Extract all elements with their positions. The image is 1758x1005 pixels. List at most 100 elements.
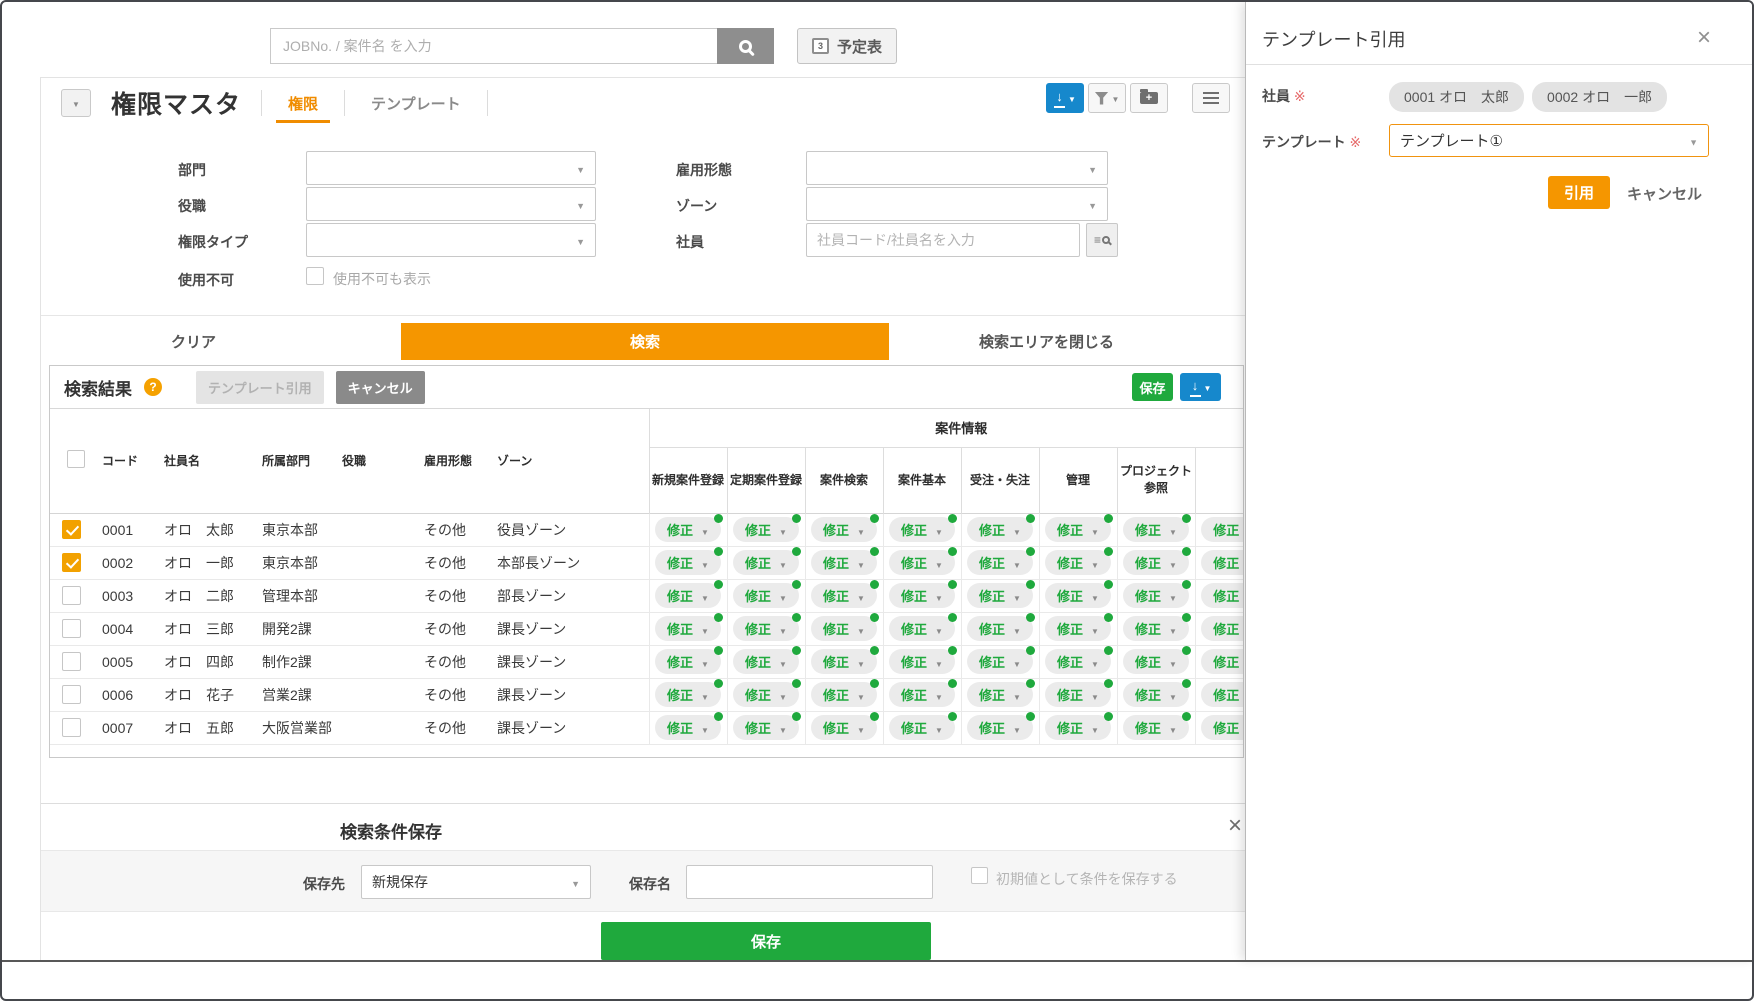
close-icon[interactable] [1223, 814, 1247, 838]
edit-dropdown-button[interactable]: 修正 [1123, 583, 1189, 608]
edit-dropdown-button[interactable]: 修正 [1045, 715, 1111, 740]
menu-button[interactable] [1192, 83, 1230, 113]
edit-dropdown-button[interactable]: 修正 [1045, 616, 1111, 641]
save-results-button[interactable]: 保存 [1132, 373, 1173, 401]
edit-dropdown-button[interactable]: 修正 [1201, 649, 1243, 674]
row-checkbox[interactable] [62, 553, 81, 572]
row-checkbox[interactable] [62, 685, 81, 704]
close-icon[interactable] [1692, 26, 1716, 50]
edit-dropdown-button[interactable]: 修正 [733, 550, 799, 575]
edit-dropdown-button[interactable]: 修正 [1201, 517, 1243, 542]
row-checkbox[interactable] [62, 619, 81, 638]
employee-search-button[interactable] [1086, 223, 1118, 257]
edit-dropdown-button[interactable]: 修正 [1201, 616, 1243, 641]
employee-tag[interactable]: 0001 オロ 太郎 [1389, 82, 1524, 112]
row-checkbox[interactable] [62, 586, 81, 605]
quote-button[interactable]: 引用 [1548, 176, 1610, 209]
edit-dropdown-button[interactable]: 修正 [967, 616, 1033, 641]
edit-dropdown-button[interactable]: 修正 [967, 682, 1033, 707]
edit-dropdown-button[interactable]: 修正 [889, 649, 955, 674]
edit-dropdown-button[interactable]: 修正 [889, 550, 955, 575]
edit-dropdown-button[interactable]: 修正 [1201, 550, 1243, 575]
panel-cancel-button[interactable]: キャンセル [1627, 183, 1702, 204]
employee-tag[interactable]: 0002 オロ 一郎 [1532, 82, 1667, 112]
edit-dropdown-button[interactable]: 修正 [655, 550, 721, 575]
edit-dropdown-button[interactable]: 修正 [889, 583, 955, 608]
edit-dropdown-button[interactable]: 修正 [1045, 517, 1111, 542]
edit-dropdown-button[interactable]: 修正 [1123, 649, 1189, 674]
edit-dropdown-button[interactable]: 修正 [1201, 682, 1243, 707]
download-button[interactable] [1046, 83, 1084, 113]
tab-テンプレート[interactable]: テンプレート [367, 93, 465, 114]
employment-select[interactable] [806, 151, 1108, 185]
edit-dropdown-button[interactable]: 修正 [967, 550, 1033, 575]
edit-dropdown-button[interactable]: 修正 [967, 517, 1033, 542]
zone-select[interactable] [806, 187, 1108, 221]
employee-input[interactable] [806, 223, 1080, 257]
edit-dropdown-button[interactable]: 修正 [1045, 550, 1111, 575]
edit-dropdown-button[interactable]: 修正 [1201, 583, 1243, 608]
edit-dropdown-button[interactable]: 修正 [889, 616, 955, 641]
help-icon[interactable]: ? [144, 378, 162, 396]
tab-権限[interactable]: 権限 [284, 93, 322, 114]
role-select[interactable] [306, 187, 596, 221]
filter-button[interactable] [1088, 83, 1126, 113]
edit-dropdown-button[interactable]: 修正 [1201, 715, 1243, 740]
edit-dropdown-button[interactable]: 修正 [1045, 682, 1111, 707]
template-select[interactable]: テンプレート① [1389, 124, 1709, 157]
edit-dropdown-button[interactable]: 修正 [655, 715, 721, 740]
save-as-default-checkbox[interactable] [971, 867, 988, 884]
edit-dropdown-button[interactable]: 修正 [733, 583, 799, 608]
edit-dropdown-button[interactable]: 修正 [889, 517, 955, 542]
row-checkbox[interactable] [62, 718, 81, 737]
cancel-button[interactable]: キャンセル [336, 371, 425, 404]
save-condition-button[interactable]: 保存 [601, 922, 931, 960]
edit-dropdown-button[interactable]: 修正 [811, 517, 877, 542]
edit-dropdown-button[interactable]: 修正 [733, 649, 799, 674]
edit-dropdown-button[interactable]: 修正 [655, 583, 721, 608]
search-button[interactable]: 検索 [401, 323, 889, 360]
edit-dropdown-button[interactable]: 修正 [733, 682, 799, 707]
edit-dropdown-button[interactable]: 修正 [811, 550, 877, 575]
edit-dropdown-button[interactable]: 修正 [1123, 517, 1189, 542]
collapse-module-button[interactable] [61, 89, 91, 117]
edit-dropdown-button[interactable]: 修正 [811, 583, 877, 608]
save-destination-select[interactable]: 新規保存 [361, 865, 591, 899]
edit-dropdown-button[interactable]: 修正 [733, 517, 799, 542]
edit-dropdown-button[interactable]: 修正 [1045, 583, 1111, 608]
edit-dropdown-button[interactable]: 修正 [733, 616, 799, 641]
clear-button[interactable]: クリア [171, 331, 216, 352]
edit-dropdown-button[interactable]: 修正 [1123, 616, 1189, 641]
edit-dropdown-button[interactable]: 修正 [733, 715, 799, 740]
edit-dropdown-button[interactable]: 修正 [1123, 682, 1189, 707]
edit-dropdown-button[interactable]: 修正 [811, 616, 877, 641]
edit-dropdown-button[interactable]: 修正 [655, 517, 721, 542]
edit-dropdown-button[interactable]: 修正 [655, 616, 721, 641]
edit-dropdown-button[interactable]: 修正 [967, 583, 1033, 608]
edit-dropdown-button[interactable]: 修正 [811, 682, 877, 707]
save-name-input[interactable] [686, 865, 933, 899]
department-select[interactable] [306, 151, 596, 185]
row-checkbox[interactable] [62, 652, 81, 671]
edit-dropdown-button[interactable]: 修正 [1123, 715, 1189, 740]
edit-dropdown-button[interactable]: 修正 [811, 715, 877, 740]
edit-dropdown-button[interactable]: 修正 [967, 715, 1033, 740]
permission-type-select[interactable] [306, 223, 596, 257]
schedule-button[interactable]: 3 予定表 [797, 28, 897, 64]
edit-dropdown-button[interactable]: 修正 [655, 682, 721, 707]
global-search-input[interactable] [270, 28, 717, 64]
edit-dropdown-button[interactable]: 修正 [967, 649, 1033, 674]
download-results-button[interactable] [1180, 373, 1221, 401]
select-all-checkbox[interactable] [67, 450, 85, 468]
edit-dropdown-button[interactable]: 修正 [889, 682, 955, 707]
global-search-button[interactable] [717, 28, 774, 64]
show-disabled-checkbox[interactable] [306, 267, 324, 285]
template-quote-button[interactable]: テンプレート引用 [196, 371, 324, 404]
close-search-area-button[interactable]: 検索エリアを閉じる [979, 331, 1114, 352]
edit-dropdown-button[interactable]: 修正 [811, 649, 877, 674]
edit-dropdown-button[interactable]: 修正 [1045, 649, 1111, 674]
row-checkbox[interactable] [62, 520, 81, 539]
edit-dropdown-button[interactable]: 修正 [1123, 550, 1189, 575]
edit-dropdown-button[interactable]: 修正 [655, 649, 721, 674]
edit-dropdown-button[interactable]: 修正 [889, 715, 955, 740]
